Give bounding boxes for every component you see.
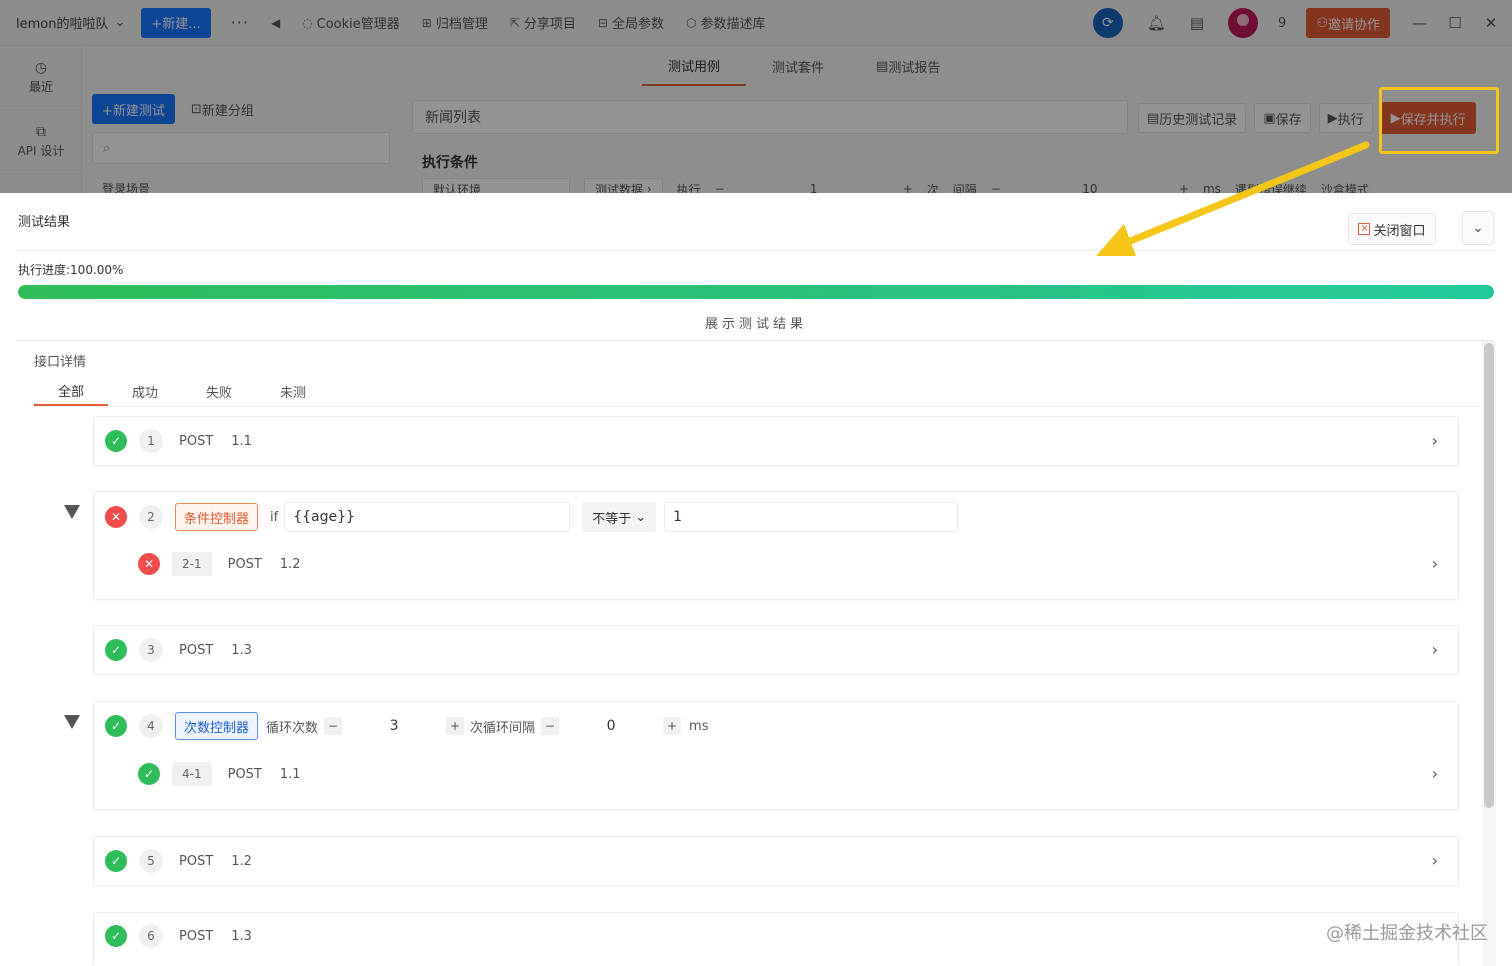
result-item[interactable]: ✓ 5 POST 1.2 › [93, 836, 1459, 886]
watermark: @稀土掘金技术社区 [1326, 923, 1488, 944]
count-controller-tag: 次数控制器 [175, 712, 259, 740]
api-name: 1.1 [231, 433, 252, 449]
chevron-down-icon[interactable]: ⌄ [1462, 211, 1494, 245]
http-method: POST [227, 766, 262, 782]
http-method: POST [179, 928, 214, 944]
item-index: 6 [139, 924, 163, 948]
condition-controller-tag: 条件控制器 [175, 503, 259, 531]
success-icon: ✓ [105, 430, 127, 452]
item-index: 3 [139, 638, 163, 662]
compare-value-input[interactable]: 1 [664, 502, 959, 532]
fail-icon: ✕ [138, 553, 160, 575]
plus-icon[interactable]: + [663, 717, 682, 735]
loop-interval-label: 次循环间隔 [470, 720, 536, 736]
chevron-right-icon[interactable]: › [1432, 851, 1438, 870]
highlight-box [1379, 87, 1499, 154]
api-name: 1.3 [231, 928, 252, 944]
chevron-right-icon[interactable]: › [1432, 431, 1438, 450]
child-row[interactable]: ✓ 4-1 POST 1.1 [138, 762, 301, 786]
show-result-toggle[interactable]: 展示测试结果 [0, 313, 1512, 332]
item-index: 1 [139, 429, 163, 453]
success-icon: ✓ [105, 639, 127, 661]
loop-count-label: 循环次数 [266, 720, 319, 736]
interval-unit: ms [689, 718, 709, 734]
item-index: 2 [139, 505, 163, 529]
item-index: 4 [139, 714, 163, 738]
detail-title: 接口详情 [34, 355, 87, 370]
divider [18, 340, 1494, 341]
api-name: 1.3 [231, 642, 252, 658]
progress-bar [18, 285, 1494, 299]
http-method: POST [227, 556, 262, 572]
loop-interval-value[interactable]: 0 [559, 718, 663, 734]
success-icon: ✓ [138, 763, 160, 785]
http-method: POST [179, 433, 214, 449]
scrollbar-thumb[interactable] [1484, 343, 1494, 808]
result-item[interactable]: ✓ 1 POST 1.1 › [93, 416, 1459, 466]
chevron-right-icon[interactable]: › [1432, 554, 1438, 573]
minus-icon[interactable]: − [324, 717, 343, 735]
plus-icon[interactable]: + [446, 717, 465, 735]
chevron-down-icon: ⌄ [635, 509, 647, 525]
fail-icon: ✕ [105, 506, 127, 528]
result-item[interactable]: ✓ 6 POST 1.3 [93, 912, 1459, 966]
expand-triangle-icon[interactable] [64, 505, 80, 519]
close-icon: × [1358, 223, 1371, 235]
loop-count-value[interactable]: 3 [342, 718, 446, 734]
if-label: if [270, 509, 279, 525]
tab-all[interactable]: 全部 [34, 376, 108, 406]
drawer-title: 测试结果 [18, 215, 71, 230]
progress-fill [18, 285, 1494, 299]
loop-interval-stepper[interactable]: − 0 + [541, 712, 682, 740]
divider [34, 406, 1480, 407]
success-icon: ✓ [105, 925, 127, 947]
minus-icon[interactable]: − [541, 717, 560, 735]
test-result-drawer: 测试结果 × 关闭窗口 ⌄ 执行进度:100.00% 展示测试结果 接口详情 全… [0, 193, 1512, 966]
modal-overlay [0, 0, 1512, 193]
child-row[interactable]: ✕ 2-1 POST 1.2 [138, 552, 301, 576]
item-index: 4-1 [172, 762, 212, 786]
success-icon: ✓ [105, 715, 127, 737]
result-filter-tabs: 全部 成功 失败 未测 [34, 376, 330, 406]
result-item-loop: ✓ 4 次数控制器 循环次数 − 3 + 次循环间隔 − 0 + ms ✓ 4-… [93, 701, 1459, 810]
loop-count-stepper[interactable]: − 3 + [324, 712, 465, 740]
http-method: POST [179, 853, 214, 869]
item-index: 2-1 [172, 552, 212, 576]
chevron-right-icon[interactable]: › [1432, 764, 1438, 783]
close-label: 关闭窗口 [1373, 223, 1426, 239]
tab-untested[interactable]: 未测 [256, 376, 330, 406]
api-name: 1.2 [279, 556, 301, 572]
api-name: 1.1 [279, 766, 301, 782]
operator-value: 不等于 [592, 511, 632, 527]
condition-variable-input[interactable]: {{age}} [284, 502, 571, 532]
expand-triangle-icon[interactable] [64, 715, 80, 729]
success-icon: ✓ [105, 850, 127, 872]
close-drawer-button[interactable]: × 关闭窗口 [1348, 213, 1436, 245]
tab-success[interactable]: 成功 [108, 376, 182, 406]
tab-failed[interactable]: 失败 [182, 376, 256, 406]
result-item[interactable]: ✓ 3 POST 1.3 › [93, 625, 1459, 675]
result-item-condition: ✕ 2 条件控制器 if {{age}} 不等于 ⌄ 1 ✕ 2-1 POST 1… [93, 491, 1459, 600]
http-method: POST [179, 642, 214, 658]
item-index: 5 [139, 849, 163, 873]
api-name: 1.2 [231, 853, 252, 869]
chevron-right-icon[interactable]: › [1432, 640, 1438, 659]
divider [18, 250, 1494, 251]
operator-select[interactable]: 不等于 ⌄ [582, 502, 657, 532]
progress-label: 执行进度:100.00% [18, 263, 124, 277]
